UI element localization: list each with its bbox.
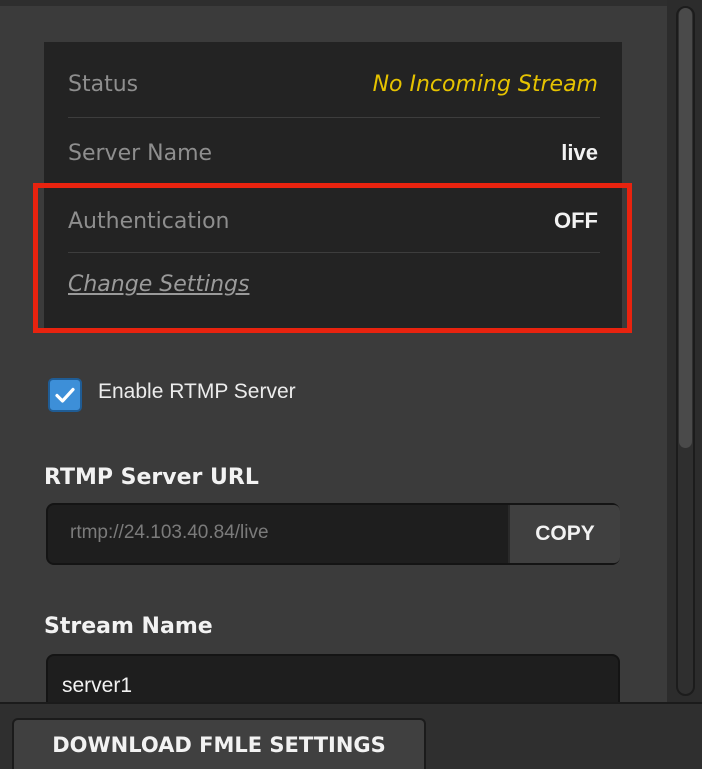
enable-rtmp-label[interactable]: Enable RTMP Server [98,380,296,404]
check-icon [55,387,75,403]
server-name-label: Server Name [68,140,213,166]
stream-name-value[interactable]: server1 [62,674,132,698]
download-fmle-settings-button[interactable]: DOWNLOAD FMLE SETTINGS [12,718,426,769]
status-label: Status [68,71,139,97]
status-value: No Incoming Stream [372,71,598,97]
stream-name-title: Stream Name [44,614,213,639]
server-name-value: live [561,140,598,165]
copy-button[interactable]: COPY [508,505,620,563]
scrollbar-thumb[interactable] [679,8,692,448]
server-name-row: Server Name live [68,133,598,173]
rtmp-server-url-title: RTMP Server URL [44,465,259,490]
divider [68,117,600,118]
rtmp-settings-panel: Status No Incoming Stream Server Name li… [0,0,702,769]
top-strip [0,0,702,6]
rtmp-server-url-value[interactable]: rtmp://24.103.40.84/live [70,522,269,544]
enable-rtmp-checkbox[interactable] [48,378,82,412]
status-row: Status No Incoming Stream [68,64,598,104]
highlight-annotation-box [33,183,632,333]
